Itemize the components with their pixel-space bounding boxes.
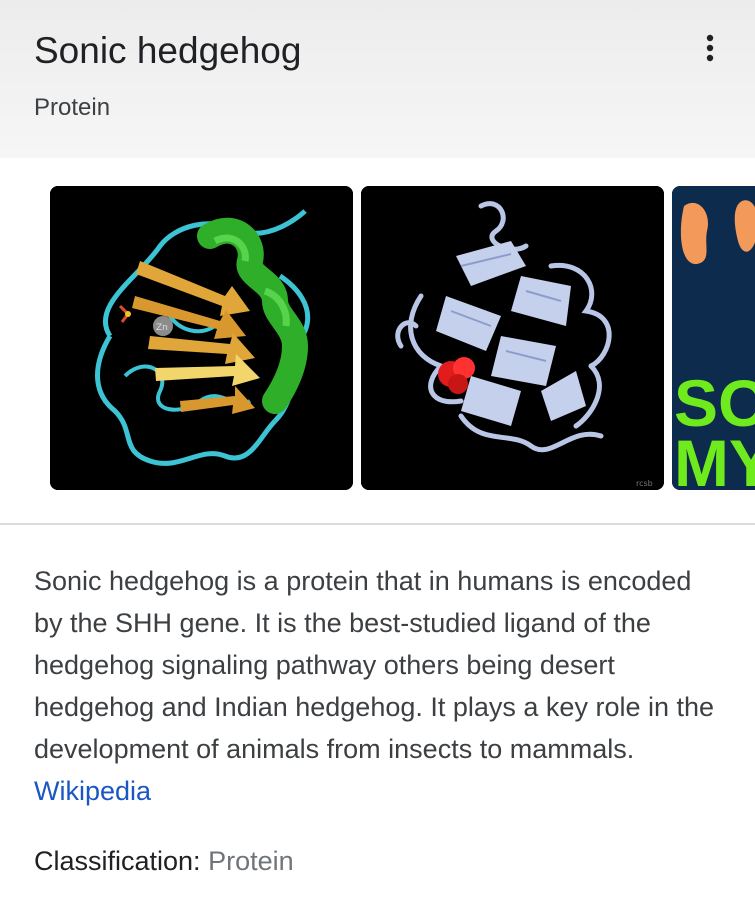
protein-blue-image: rcsb	[361, 186, 664, 490]
svg-text:MY: MY	[674, 426, 755, 490]
classification-label: Classification:	[34, 846, 201, 876]
svg-text:rcsb: rcsb	[636, 479, 653, 488]
svg-text:Zn: Zn	[156, 323, 168, 333]
knowledge-panel-header: Sonic hedgehog Protein	[0, 0, 755, 158]
wikipedia-link[interactable]: Wikipedia	[34, 776, 151, 806]
protein-ribbon-image: Zn	[50, 186, 353, 490]
more-vert-icon	[706, 34, 714, 62]
classification-value-link[interactable]: Protein	[208, 846, 294, 876]
classification-fact: Classification: Protein	[34, 846, 294, 877]
image-carousel[interactable]: Zn rcsb SO MY	[0, 186, 755, 490]
section-divider	[0, 523, 755, 525]
image-thumb-ribbon[interactable]: Zn	[50, 186, 353, 490]
panel-subtitle: Protein	[34, 94, 111, 121]
more-options-button[interactable]	[690, 28, 730, 68]
image-thumb-blue[interactable]: rcsb	[361, 186, 664, 490]
sonic-poster-image: SO MY	[672, 186, 755, 490]
panel-title: Sonic hedgehog	[34, 30, 302, 71]
description: Sonic hedgehog is a protein that in huma…	[34, 560, 724, 812]
description-text: Sonic hedgehog is a protein that in huma…	[34, 566, 715, 764]
image-thumb-poster[interactable]: SO MY	[672, 186, 755, 490]
